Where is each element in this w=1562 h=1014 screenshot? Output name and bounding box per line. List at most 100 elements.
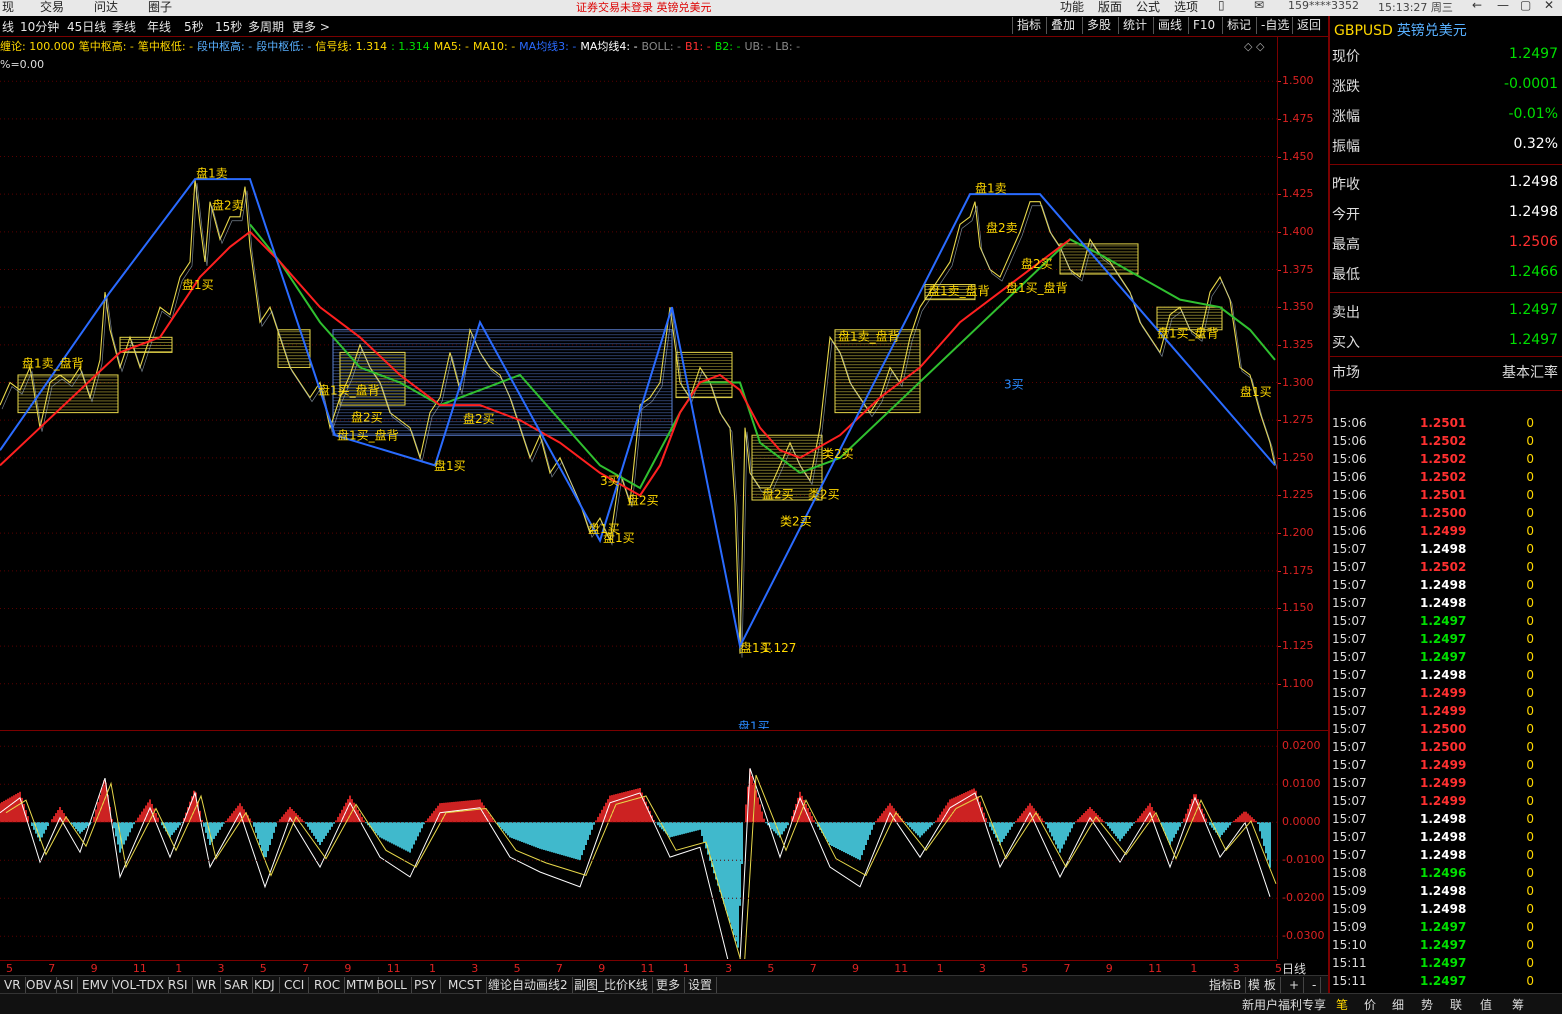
menu-layout[interactable]: 版面: [1098, 0, 1122, 14]
lock-icon[interactable]: ▯: [1218, 0, 1225, 12]
date-label: 3: [217, 962, 225, 975]
tick-price: 1.2498: [1420, 668, 1467, 682]
tick-price: 1.2499: [1420, 776, 1467, 790]
status-tab[interactable]: 联: [1450, 996, 1462, 1013]
tab-right[interactable]: 指标B: [1205, 977, 1247, 993]
tick-row: 15:09 1.2497 0: [1332, 920, 1560, 938]
tool-multi[interactable]: 多股: [1082, 17, 1115, 34]
tab-indicator[interactable]: 设置: [684, 977, 718, 993]
menu-item-wenda[interactable]: 问达: [94, 0, 118, 14]
tab-right[interactable]: +: [1285, 977, 1305, 993]
menu-item-trade[interactable]: 交易: [40, 0, 64, 14]
tab-indicator[interactable]: RSI: [164, 977, 193, 993]
user-account[interactable]: 159****3352: [1288, 0, 1359, 12]
status-tab[interactable]: 筹: [1512, 996, 1524, 1013]
tab-indicator[interactable]: WR: [192, 977, 222, 993]
tool-draw[interactable]: 画线: [1153, 17, 1186, 34]
tick-time: 15:06: [1332, 524, 1367, 538]
tab-indicator[interactable]: PSY: [410, 977, 442, 993]
date-label: 7: [809, 962, 817, 975]
tool-overlay[interactable]: 叠加: [1046, 17, 1079, 34]
tab-indicator[interactable]: 更多: [652, 977, 686, 993]
period-item[interactable]: 10分钟: [20, 18, 59, 35]
tab-indicator[interactable]: ASI: [50, 977, 79, 993]
status-tab[interactable]: 价: [1364, 996, 1376, 1013]
period-item[interactable]: 季线: [112, 18, 136, 35]
back-arrow-icon[interactable]: ←: [1472, 0, 1482, 12]
signal-label: 盘1买_盘背: [1006, 280, 1068, 295]
tick-time: 15:08: [1332, 866, 1367, 880]
tool-mark[interactable]: 标记: [1222, 17, 1255, 34]
menu-formula[interactable]: 公式: [1136, 0, 1160, 14]
macd-panel[interactable]: [0, 730, 1277, 959]
price-tick: 1.150: [1282, 601, 1314, 615]
period-more[interactable]: 更多 >: [292, 18, 330, 35]
tab-indicator[interactable]: MCST: [444, 977, 487, 993]
tick-time: 15:06: [1332, 452, 1367, 466]
tab-indicator[interactable]: KDJ: [250, 977, 280, 993]
tick-row: 15:07 1.2498 0: [1332, 578, 1560, 596]
quote-row: 振幅 0.32%: [1332, 132, 1560, 160]
mail-icon[interactable]: ✉: [1254, 0, 1264, 12]
date-label: 11: [1148, 962, 1163, 975]
tick-row: 15:11 1.2497 0: [1332, 974, 1560, 992]
tool-watchlist[interactable]: -自选: [1256, 17, 1293, 34]
tab-right[interactable]: -: [1308, 977, 1322, 993]
tab-indicator[interactable]: BOLL: [372, 977, 412, 993]
period-item[interactable]: 15秒: [215, 18, 242, 35]
tab-indicator[interactable]: 缠论自动画线2: [484, 977, 573, 993]
menu-item-circle[interactable]: 圈子: [148, 0, 172, 14]
tab-right[interactable]: 模 板: [1244, 977, 1281, 993]
price-axis: 1.500 1.475 1.450 1.425 1.400 1.375 1.350 1.325…: [1277, 36, 1328, 729]
tick-time: 15:07: [1332, 704, 1367, 718]
tick-volume: 0: [1526, 650, 1534, 664]
period-item[interactable]: 多周期: [248, 18, 284, 35]
tab-indicator[interactable]: ROC: [310, 977, 346, 993]
quote-row: 昨收 1.2498: [1332, 170, 1560, 198]
status-tab[interactable]: 细: [1392, 996, 1404, 1013]
date-label: 9: [598, 962, 606, 975]
top-menu-bar: 现 交易 问达 圈子 证券交易未登录 英镑兑美元 功能 版面 公式 选项 ▯ ✉…: [0, 0, 1562, 16]
close-icon[interactable]: ✕: [1544, 0, 1554, 12]
date-label: 1: [1190, 962, 1198, 975]
signal-label: 盘1买: [434, 458, 466, 473]
tab-indicator[interactable]: CCI: [280, 977, 310, 993]
tool-f10[interactable]: F10: [1188, 17, 1219, 34]
status-tab[interactable]: 势: [1421, 996, 1433, 1013]
tab-indicator[interactable]: VOL-TDX: [108, 977, 169, 993]
maximize-icon[interactable]: ▢: [1520, 0, 1531, 12]
tab-indicator[interactable]: 副图_比价K线: [570, 977, 653, 993]
signal-label: 盘1卖_盘背: [928, 283, 990, 298]
minimize-icon[interactable]: —: [1497, 0, 1509, 12]
quote-key: 最低: [1332, 267, 1360, 283]
period-item[interactable]: 5秒: [184, 18, 204, 35]
price-chart[interactable]: 盘1卖盘2卖盘1买盘1卖_盘背盘1买_盘背盘2买盘1买_盘背盘2买盘1买3买盘2…: [0, 36, 1277, 729]
menu-function[interactable]: 功能: [1060, 0, 1084, 14]
tool-indicator[interactable]: 指标: [1012, 17, 1045, 34]
promo-link[interactable]: 新用户福利专享: [1242, 996, 1326, 1013]
tool-stats[interactable]: 统计: [1118, 17, 1151, 34]
period-item[interactable]: 45日线: [67, 18, 106, 35]
tab-indicator[interactable]: SAR: [220, 977, 254, 993]
signal-label: 盘1卖_盘背: [22, 355, 84, 370]
tick-volume: 0: [1526, 542, 1534, 556]
tick-time: 15:09: [1332, 884, 1367, 898]
tick-time: 15:06: [1332, 470, 1367, 484]
tick-row: 15:07 1.2499 0: [1332, 704, 1560, 722]
menu-item[interactable]: 现: [2, 0, 14, 14]
status-tab[interactable]: 笔: [1336, 996, 1348, 1013]
dif-line: [0, 768, 1271, 959]
tick-row: 15:07 1.2498 0: [1332, 542, 1560, 560]
tick-price: 1.2499: [1420, 794, 1467, 808]
date-label: 7: [555, 962, 563, 975]
period-item[interactable]: 线: [2, 18, 14, 35]
period-item[interactable]: 年线: [147, 18, 171, 35]
tick-price: 1.2498: [1420, 812, 1467, 826]
quote-row: 买入 1.2497: [1332, 328, 1560, 356]
status-tab[interactable]: 值: [1480, 996, 1492, 1013]
menu-options[interactable]: 选项: [1174, 0, 1198, 14]
tool-back[interactable]: 返回: [1292, 17, 1325, 34]
tick-price: 1.2497: [1420, 974, 1467, 988]
price-tick-mark: [1278, 118, 1281, 120]
tick-row: 15:09 1.2498 0: [1332, 884, 1560, 902]
